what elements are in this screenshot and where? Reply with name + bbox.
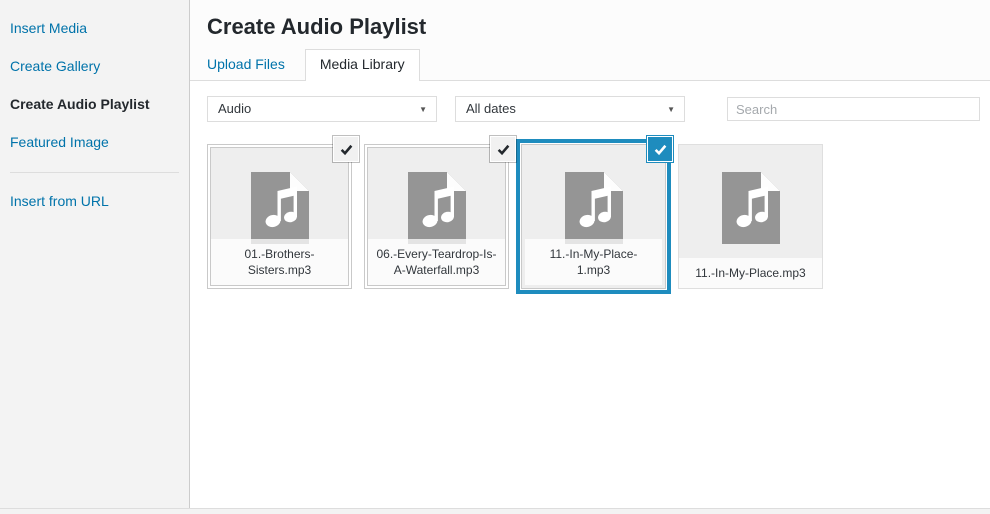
audio-file-icon [250,172,309,244]
search-input[interactable] [727,97,980,121]
deselect-check-button[interactable] [491,137,515,161]
attachment-item[interactable]: 11.-In-My-Place-1.mp3 [521,137,672,289]
media-type-filter-select[interactable]: Audio ▼ [207,96,437,122]
attachment-item[interactable]: 11.-In-My-Place.mp3 [678,144,823,289]
sidebar-item-create-gallery[interactable]: Create Gallery [0,54,189,78]
menu-separator [10,172,179,173]
deselect-check-button[interactable] [334,137,358,161]
sidebar-item-create-audio-playlist[interactable]: Create Audio Playlist [0,92,189,116]
attachment-item[interactable]: 01.-Brothers-Sisters.mp3 [207,137,358,289]
media-modal-frame: Insert Media Create Gallery Create Audio P… [0,0,990,508]
attachment-filename: 11.-In-My-Place-1.mp3 [525,239,662,285]
date-filter-select[interactable]: All dates ▼ [455,96,685,122]
page-title: Create Audio Playlist [207,14,427,39]
tab-upload-files[interactable]: Upload Files [207,49,299,81]
check-icon [654,144,666,155]
audio-file-icon [407,172,466,244]
chevron-down-icon: ▼ [667,105,675,114]
chevron-down-icon: ▼ [419,105,427,114]
attachment-item[interactable]: 06.-Every-Teardrop-Is-A-Waterfall.mp3 [364,137,515,289]
modal-bottom-strip [0,508,990,514]
date-filter-value: All dates [466,101,516,116]
media-router: Upload Files Media Library [207,49,420,81]
deselect-check-button[interactable] [648,137,672,161]
sidebar-item-featured-image[interactable]: Featured Image [0,130,189,154]
sidebar-item-insert-media[interactable]: Insert Media [0,16,189,40]
attachments-toolbar: Audio ▼ All dates ▼ [207,96,980,122]
audio-file-icon [564,172,623,244]
tab-media-library[interactable]: Media Library [304,49,420,81]
check-icon [340,144,352,155]
media-type-filter-value: Audio [218,101,252,116]
media-frame-header: Create Audio Playlist Upload Files Media … [190,0,990,81]
sidebar-item-insert-from-url[interactable]: Insert from URL [0,189,189,213]
media-frame-content: Create Audio Playlist Upload Files Media … [190,0,990,508]
attachment-filename: 01.-Brothers-Sisters.mp3 [211,239,348,285]
attachment-filename: 11.-In-My-Place.mp3 [679,258,822,288]
attachments-grid: 01.-Brothers-Sisters.mp3 06.-Every-Teard… [207,137,990,289]
check-icon [497,144,509,155]
attachment-filename: 06.-Every-Teardrop-Is-A-Waterfall.mp3 [368,239,505,285]
audio-file-icon [721,172,780,244]
media-menu-primary-group: Insert Media Create Gallery Create Audio P… [0,16,189,154]
media-menu-secondary-group: Insert from URL [0,189,189,213]
media-menu-sidebar: Insert Media Create Gallery Create Audio P… [0,0,190,508]
